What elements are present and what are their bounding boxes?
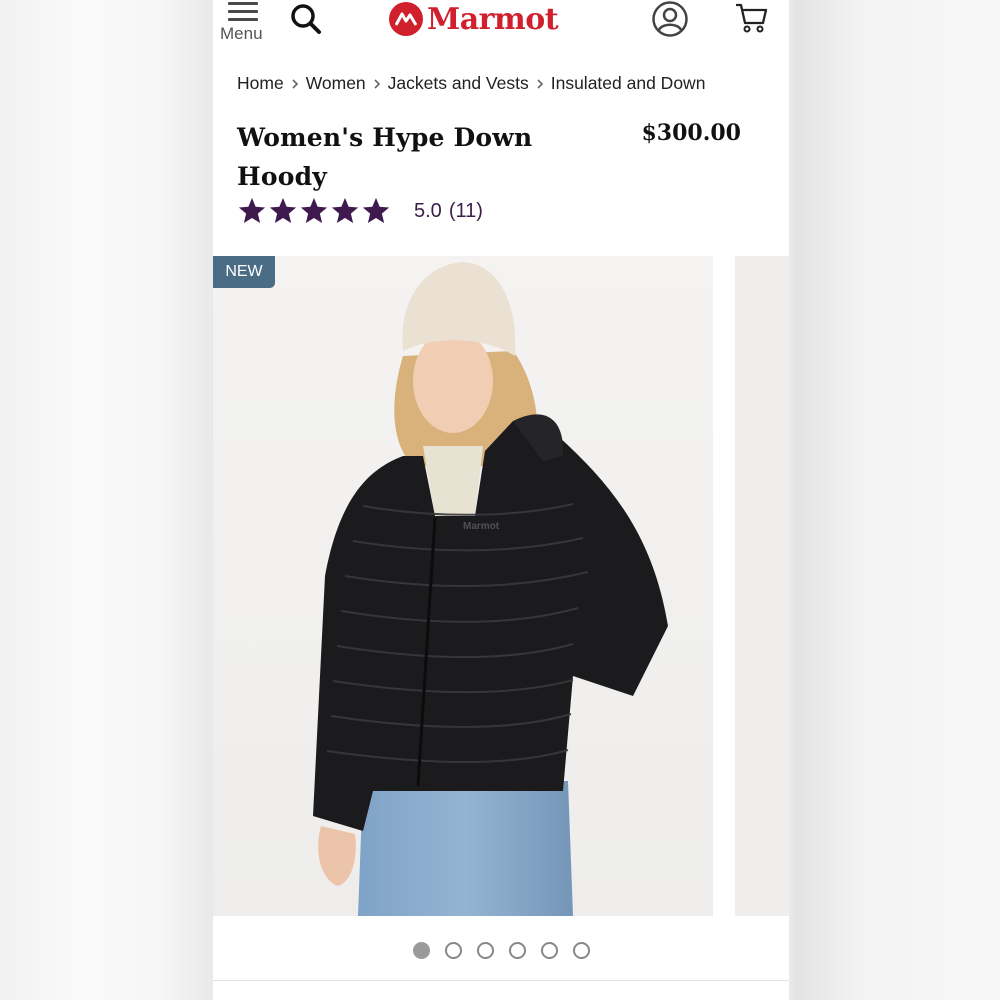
logo-text: Marmot [427, 1, 559, 37]
cart-button[interactable] [733, 0, 771, 38]
product-photo-illustration: Marmot [213, 256, 713, 916]
cart-icon [736, 3, 768, 33]
gallery-pagination [213, 942, 789, 959]
search-icon [291, 4, 321, 34]
chevron-right-icon [292, 78, 298, 89]
account-button[interactable] [651, 0, 689, 38]
product-rating[interactable]: 5.0 (11) [237, 196, 483, 226]
menu-icon [228, 2, 258, 21]
pagination-dot[interactable] [476, 942, 494, 959]
star-icon [269, 197, 297, 223]
star-icon [238, 197, 266, 223]
chevron-right-icon [374, 78, 380, 89]
site-header: Menu Marmot [213, 0, 789, 52]
rating-summary: 5.0 (11) [414, 200, 483, 223]
account-icon [652, 1, 688, 37]
breadcrumb: Home Women Jackets and Vests Insulated a… [237, 73, 705, 94]
breadcrumb-insulated-and-down[interactable]: Insulated and Down [551, 73, 706, 94]
product-gallery: Marmot NEW [213, 256, 789, 916]
marmot-logo[interactable]: Marmot [389, 0, 581, 38]
chevron-right-icon [537, 78, 543, 89]
search-button[interactable] [289, 2, 323, 36]
product-page: Menu Marmot Home Women Jackets and Vests… [213, 0, 789, 1000]
rating-value: 5.0 [414, 199, 442, 222]
product-title: Women's Hype Down Hoody [237, 123, 533, 191]
pagination-dot[interactable] [444, 942, 462, 959]
jacket-logo-text: Marmot [463, 521, 500, 532]
below-fold-divider [213, 980, 789, 1000]
breadcrumb-jackets-and-vests[interactable]: Jackets and Vests [388, 73, 529, 94]
marmot-logo-icon [389, 2, 423, 36]
pagination-dot[interactable] [540, 942, 558, 959]
next-product-image-peek[interactable] [735, 256, 789, 916]
pagination-dot[interactable] [508, 942, 526, 959]
product-image[interactable]: Marmot NEW [213, 256, 713, 916]
rating-count: (11) [448, 199, 483, 222]
star-icon [331, 197, 359, 223]
star-icon [362, 197, 390, 223]
product-price: $300.00 [641, 120, 741, 146]
star-icon [300, 197, 328, 223]
star-rating [237, 196, 392, 226]
breadcrumb-home[interactable]: Home [237, 73, 284, 94]
menu-button[interactable]: Menu [219, 0, 265, 46]
new-badge: NEW [213, 256, 275, 288]
pagination-dot[interactable] [572, 942, 590, 959]
pagination-dot[interactable] [412, 942, 430, 959]
menu-label: Menu [220, 24, 263, 43]
breadcrumb-women[interactable]: Women [306, 73, 366, 94]
